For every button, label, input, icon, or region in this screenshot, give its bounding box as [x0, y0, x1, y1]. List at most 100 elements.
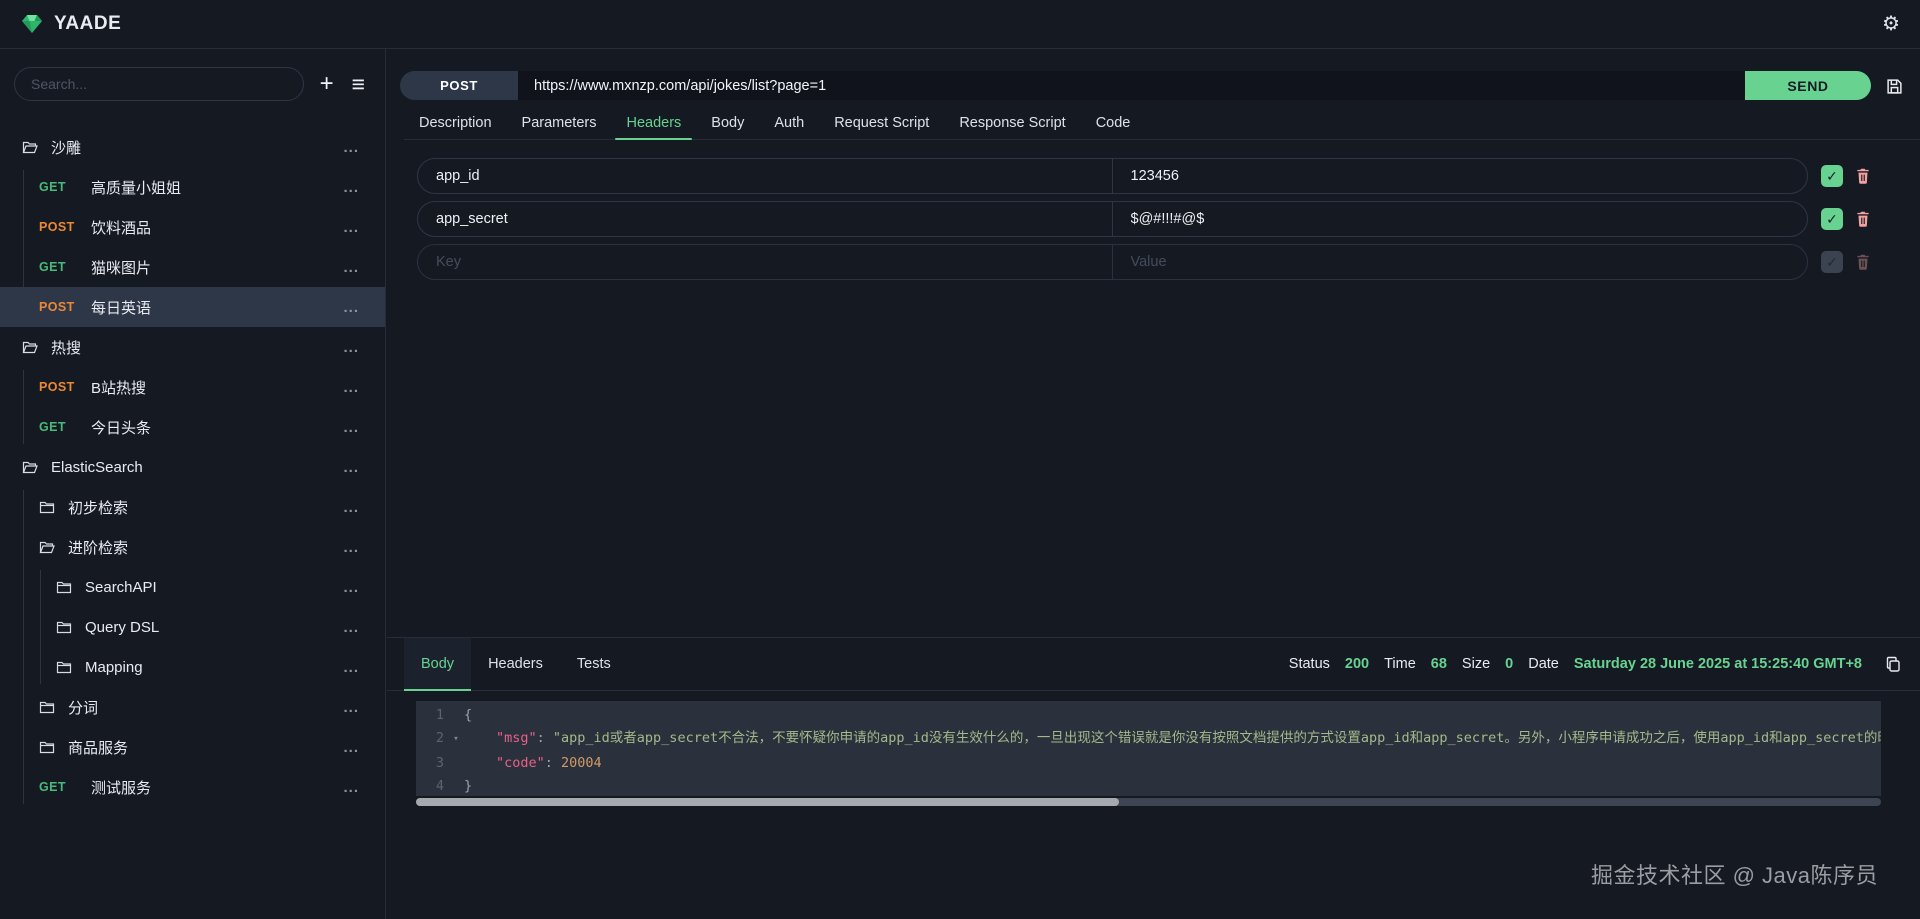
- item-menu-ellipsis-icon[interactable]: ...: [343, 379, 359, 396]
- item-menu-ellipsis-icon[interactable]: ...: [343, 499, 359, 516]
- request-tabs: Description Parameters Headers Body Auth Requ…: [404, 106, 1920, 140]
- item-menu-ellipsis-icon[interactable]: ...: [343, 219, 359, 236]
- item-menu-ellipsis-icon[interactable]: ...: [343, 579, 359, 596]
- item-menu-ellipsis-icon[interactable]: ...: [343, 659, 359, 676]
- sidebar-folder-item[interactable]: SearchAPI...: [0, 567, 385, 607]
- meta-label-time: Time: [1384, 656, 1416, 672]
- settings-gear-icon[interactable]: ⚙: [1882, 14, 1900, 34]
- sidebar-request-item[interactable]: GET 猫咪图片...: [0, 247, 385, 287]
- sidebar-request-item[interactable]: POST 每日英语...: [0, 287, 385, 327]
- method-badge: GET: [39, 780, 66, 794]
- response-tab-headers[interactable]: Headers: [471, 638, 560, 690]
- item-label: 猫咪图片: [91, 259, 152, 277]
- item-menu-ellipsis-icon[interactable]: ...: [343, 779, 359, 796]
- header-key-input[interactable]: [418, 245, 1113, 279]
- header-key-input[interactable]: [418, 159, 1113, 193]
- item-menu-ellipsis-icon[interactable]: ...: [343, 739, 359, 756]
- method-badge: GET: [39, 180, 66, 194]
- code-content: "code": 20004: [496, 755, 602, 771]
- item-menu-ellipsis-icon[interactable]: ...: [343, 139, 359, 156]
- header-value-input[interactable]: [1112, 245, 1807, 279]
- fold-chevron-down-icon[interactable]: ▾: [448, 727, 464, 752]
- item-label: Query DSL: [85, 618, 160, 636]
- response-header: Body Headers Tests Status 200 Time 68 Size 0 Dat…: [387, 638, 1920, 691]
- meta-value-size: 0: [1505, 656, 1514, 672]
- response-body-editor[interactable]: 1{2 ▾ "msg": "app_id或者app_secret不合法，不要怀疑你申…: [416, 701, 1881, 796]
- request-tab-request-script[interactable]: Request Script: [819, 106, 944, 139]
- header-enabled-checkbox[interactable]: ✓: [1821, 251, 1843, 273]
- sidebar-folder-item[interactable]: 进阶检索...: [0, 527, 385, 567]
- sidebar-request-item[interactable]: POST 饮料酒品...: [0, 207, 385, 247]
- header-value-input[interactable]: [1112, 202, 1807, 236]
- request-tab-headers[interactable]: Headers: [611, 106, 696, 140]
- url-input[interactable]: [518, 71, 1745, 100]
- copy-response-icon[interactable]: [1885, 656, 1901, 672]
- sidebar-request-item[interactable]: POST B站热搜...: [0, 367, 385, 407]
- collections-menu-icon[interactable]: ≡: [350, 71, 367, 98]
- sidebar-folder-item[interactable]: 沙雕...: [0, 127, 385, 167]
- method-badge: POST: [39, 380, 75, 394]
- save-request-icon[interactable]: [1886, 78, 1903, 95]
- sidebar-request-item[interactable]: GET 今日头条...: [0, 407, 385, 447]
- delete-header-trash-icon[interactable]: [1854, 167, 1872, 185]
- response-tab-tests[interactable]: Tests: [560, 638, 628, 690]
- meta-value-status: 200: [1344, 656, 1370, 672]
- item-menu-ellipsis-icon[interactable]: ...: [343, 339, 359, 356]
- sidebar-folder-item[interactable]: Query DSL...: [0, 607, 385, 647]
- meta-label-status: Status: [1288, 656, 1330, 672]
- request-tab-parameters[interactable]: Parameters: [507, 106, 612, 139]
- line-number: 1: [435, 707, 444, 723]
- tree-group: SearchAPI... Query DSL... Mapping...: [0, 567, 385, 687]
- request-tab-auth[interactable]: Auth: [759, 106, 819, 139]
- code-content: "msg": "app_id或者app_secret不合法，不要怀疑你申请的ap…: [496, 730, 1881, 746]
- send-button[interactable]: SEND: [1745, 71, 1871, 100]
- method-select[interactable]: POST: [400, 71, 518, 100]
- item-label: 测试服务: [91, 779, 152, 797]
- sidebar-folder-item[interactable]: 分词...: [0, 687, 385, 727]
- request-tab-code[interactable]: Code: [1081, 106, 1146, 139]
- top-bar: YAADE ⚙: [0, 0, 1920, 49]
- search-input[interactable]: [14, 67, 304, 101]
- delete-header-trash-icon[interactable]: [1854, 210, 1872, 228]
- request-bar: POST SEND: [400, 71, 1871, 100]
- header-enabled-checkbox[interactable]: ✓: [1821, 165, 1843, 187]
- header-key-value-pill: [417, 158, 1808, 194]
- item-menu-ellipsis-icon[interactable]: ...: [343, 699, 359, 716]
- header-value-input[interactable]: [1112, 159, 1807, 193]
- code-line: 2 ▾ "msg": "app_id或者app_secret不合法，不要怀疑你申请的…: [416, 727, 1881, 752]
- sidebar-folder-item[interactable]: 商品服务...: [0, 727, 385, 767]
- sidebar-folder-item[interactable]: ElasticSearch...: [0, 447, 385, 487]
- request-tab-response-script[interactable]: Response Script: [944, 106, 1080, 139]
- item-menu-ellipsis-icon[interactable]: ...: [343, 299, 359, 316]
- method-badge: GET: [39, 420, 66, 434]
- item-menu-ellipsis-icon[interactable]: ...: [343, 619, 359, 636]
- sidebar-folder-item[interactable]: 初步检索...: [0, 487, 385, 527]
- request-tab-body[interactable]: Body: [696, 106, 759, 139]
- sidebar-request-item[interactable]: GET 高质量小姐姐...: [0, 167, 385, 207]
- folder-closed-icon: [39, 700, 55, 715]
- item-menu-ellipsis-icon[interactable]: ...: [343, 459, 359, 476]
- response-tab-body[interactable]: Body: [404, 638, 472, 691]
- line-number: 2: [435, 730, 444, 746]
- item-label: B站热搜: [91, 379, 147, 397]
- tree-group: 初步检索... 进阶检索... SearchAPI... Query DSL... Ma…: [0, 487, 385, 807]
- method-badge: GET: [39, 260, 66, 274]
- item-menu-ellipsis-icon[interactable]: ...: [343, 259, 359, 276]
- header-row: ✓: [417, 158, 1872, 194]
- delete-header-trash-icon[interactable]: [1854, 253, 1872, 271]
- request-tab-description[interactable]: Description: [404, 106, 507, 139]
- editor-horizontal-scrollbar[interactable]: [416, 798, 1881, 806]
- sidebar-folder-item[interactable]: 热搜...: [0, 327, 385, 367]
- item-label: 今日头条: [91, 419, 152, 437]
- item-menu-ellipsis-icon[interactable]: ...: [343, 539, 359, 556]
- item-menu-ellipsis-icon[interactable]: ...: [343, 179, 359, 196]
- add-collection-button[interactable]: +: [318, 70, 336, 98]
- folder-closed-icon: [56, 660, 72, 675]
- item-menu-ellipsis-icon[interactable]: ...: [343, 419, 359, 436]
- sidebar-request-item[interactable]: GET 测试服务...: [0, 767, 385, 807]
- header-key-input[interactable]: [418, 202, 1113, 236]
- scrollbar-thumb[interactable]: [416, 798, 1120, 806]
- sidebar-folder-item[interactable]: Mapping...: [0, 647, 385, 687]
- header-enabled-checkbox[interactable]: ✓: [1821, 208, 1843, 230]
- tree-group: GET 高质量小姐姐... POST 饮料酒品... GET 猫咪图片... POST 每日英…: [0, 167, 385, 327]
